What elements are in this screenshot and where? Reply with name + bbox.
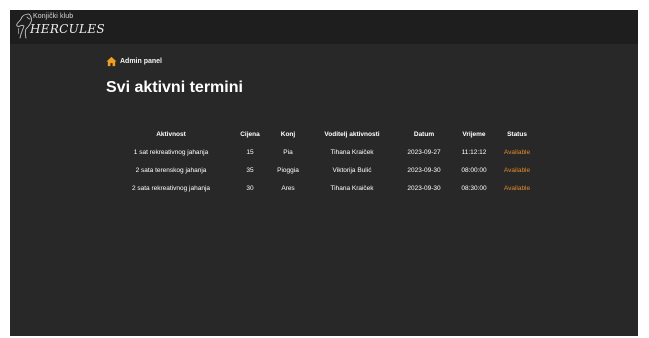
breadcrumb: Admin panel — [106, 56, 162, 67]
cell-price: 30 — [246, 184, 254, 192]
cell-time: 08:00:00 — [461, 166, 487, 174]
header-leader: Voditelj aktivnosti — [324, 130, 380, 138]
cell-activity: 2 sata terenskog jahanja — [135, 166, 207, 174]
header-time: Vrijeme — [462, 130, 486, 138]
header-status: Status — [507, 130, 527, 138]
table-row: 1 sat rekreativnog jahanja 15 Pia Tihana… — [110, 143, 538, 161]
cell-time: 11:12:12 — [461, 148, 487, 156]
logo-title: HERCULES — [30, 22, 105, 36]
cell-horse: Pia — [283, 148, 293, 156]
table-row: 2 sata rekreativnog jahanja 30 Ares Tiha… — [110, 179, 538, 197]
cell-price: 35 — [246, 166, 254, 174]
logo-subtitle: Konjički klub — [33, 13, 74, 20]
breadcrumb-admin-panel-link[interactable]: Admin panel — [120, 58, 162, 65]
cell-time: 08:30:00 — [461, 184, 487, 192]
header-horse: Konj — [280, 130, 296, 138]
home-icon[interactable] — [106, 56, 117, 67]
cell-activity: 1 sat rekreativnog jahanja — [133, 148, 209, 156]
cell-price: 15 — [246, 148, 254, 156]
cell-horse: Ares — [281, 184, 295, 192]
sessions-table: Aktivnost Cijena Konj Voditelj aktivnost… — [110, 128, 538, 197]
cell-leader: Viktorija Bulić — [332, 166, 372, 174]
cell-leader: Tihana Kraiček — [330, 148, 374, 156]
table-header-row: Aktivnost Cijena Konj Voditelj aktivnost… — [110, 128, 538, 143]
cell-leader: Tihana Kraiček — [330, 184, 374, 192]
cell-activity: 2 sata rekreativnog jahanja — [131, 184, 211, 192]
cell-status: Available — [503, 184, 531, 192]
cell-date: 2023-09-27 — [407, 148, 441, 156]
cell-horse: Pioggia — [277, 166, 299, 174]
header-activity: Aktivnost — [156, 130, 186, 138]
cell-status: Available — [503, 166, 531, 174]
navbar: Konjički klub HERCULES — [10, 10, 638, 44]
cell-date: 2023-09-30 — [407, 166, 441, 174]
header-price: Cijena — [240, 130, 260, 138]
club-logo[interactable]: Konjički klub HERCULES — [16, 12, 116, 42]
header-date: Datum — [413, 130, 435, 138]
cell-status: Available — [503, 148, 531, 156]
page-title: Svi aktivni termini — [106, 79, 243, 96]
app-window: Konjički klub HERCULES Admin panel Svi a… — [10, 10, 638, 336]
cell-date: 2023-09-30 — [407, 184, 441, 192]
table-row: 2 sata terenskog jahanja 35 Pioggia Vikt… — [110, 161, 538, 179]
